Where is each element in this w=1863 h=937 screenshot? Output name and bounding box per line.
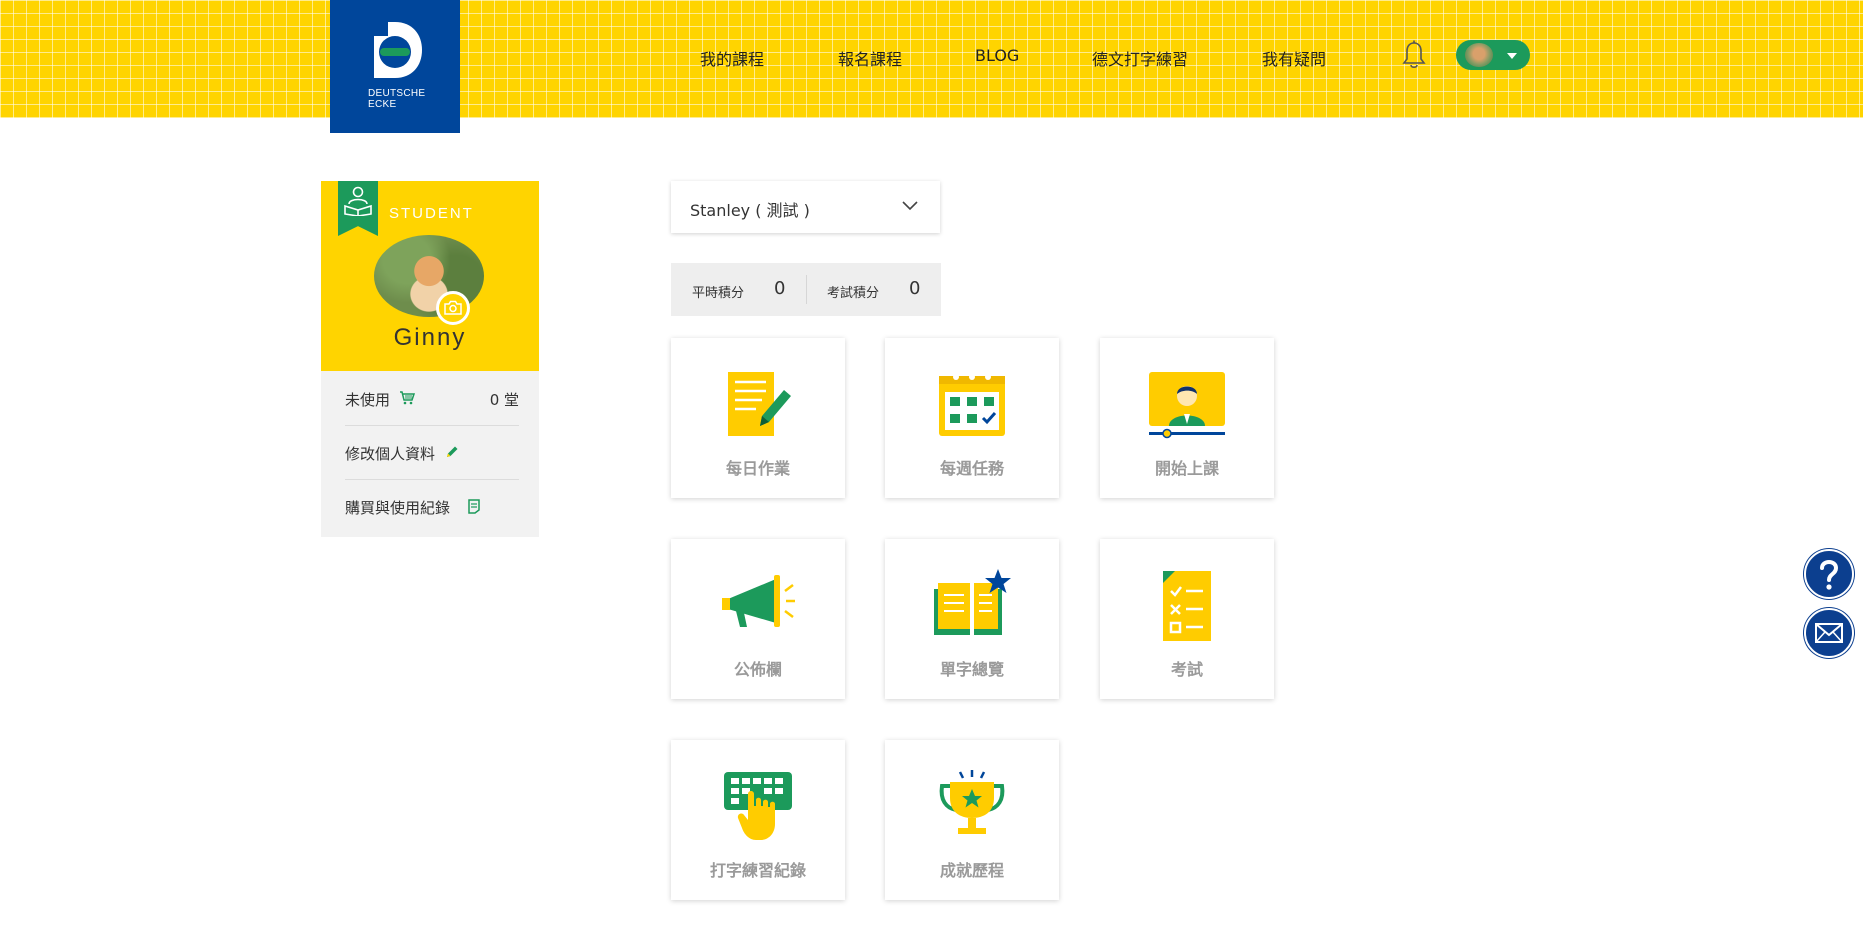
vocabulary-book-icon [934, 569, 1011, 635]
profile-header: STUDENT Ginny [321, 181, 539, 371]
question-icon [1820, 560, 1839, 590]
nav-faq[interactable]: 我有疑問 [1262, 46, 1326, 70]
nav-blog[interactable]: BLOG [975, 46, 1019, 65]
score-summary: 平時積分 0 考試積分 0 [671, 263, 941, 316]
tile-daily-homework[interactable]: 每日作業 [671, 338, 845, 498]
unused-lessons-row[interactable]: 未使用 0 堂 [345, 373, 519, 425]
tile-exam[interactable]: 考試 [1100, 539, 1274, 699]
tile-label: 每週任務 [939, 459, 1004, 478]
profile-name: Ginny [393, 324, 467, 351]
trophy-icon [939, 770, 1005, 834]
tile-typing-records[interactable]: 打字練習紀錄 [671, 740, 845, 900]
exam-score-value: 0 [909, 278, 921, 299]
chevron-down-icon [902, 201, 918, 211]
pencil-icon [445, 445, 459, 463]
contact-mail-button[interactable] [1804, 608, 1854, 658]
unused-lessons-value: 0 堂 [489, 391, 519, 409]
video-class-icon [1149, 372, 1225, 439]
student-ribbon [338, 181, 378, 236]
student-badge-label: STUDENT [389, 205, 474, 222]
megaphone-icon [722, 575, 795, 627]
regular-score-value: 0 [774, 278, 786, 299]
nav-german-typing[interactable]: 德文打字練習 [1092, 46, 1188, 70]
logo-mark-icon [374, 22, 422, 78]
change-photo-button[interactable] [436, 291, 470, 325]
student-select-value: Stanley ( 測試 ) [690, 201, 810, 220]
user-menu-button[interactable] [1456, 40, 1530, 70]
tile-vocabulary[interactable]: 單字總覽 [885, 539, 1059, 699]
tile-label: 成就歷程 [939, 861, 1004, 880]
logo-text: DEUTSCHE ECKE [368, 88, 425, 110]
keyboard-icon [724, 772, 792, 840]
top-header: 我的課程 報名課程 BLOG 德文打字練習 我有疑問 [0, 0, 1863, 118]
nav-my-courses[interactable]: 我的課程 [700, 46, 764, 70]
edit-profile-label: 修改個人資料 [345, 445, 436, 463]
menu-divider [345, 479, 519, 480]
tile-bulletin-board[interactable]: 公佈欄 [671, 539, 845, 699]
bell-icon[interactable] [1402, 40, 1426, 74]
receipt-icon [468, 499, 480, 518]
homework-icon [728, 372, 791, 436]
site-logo[interactable]: DEUTSCHE ECKE [330, 0, 460, 133]
score-divider [806, 275, 807, 304]
regular-score-label: 平時積分 [692, 286, 745, 301]
edit-profile-link[interactable]: 修改個人資料 [345, 427, 519, 479]
purchase-history-label: 購買與使用紀錄 [345, 499, 451, 517]
tile-start-class[interactable]: 開始上課 [1100, 338, 1274, 498]
logo-text-line1: DEUTSCHE [368, 88, 426, 99]
tile-label: 每日作業 [725, 459, 790, 478]
exam-checklist-icon [1163, 571, 1211, 641]
tile-label: 考試 [1170, 660, 1203, 679]
camera-icon [444, 300, 462, 315]
tile-label: 單字總覽 [939, 660, 1004, 679]
student-select-dropdown[interactable]: Stanley ( 測試 ) [671, 181, 940, 233]
mail-icon [1815, 623, 1843, 643]
caret-down-icon [1507, 53, 1517, 59]
tile-label: 打字練習紀錄 [709, 861, 806, 880]
help-button[interactable] [1804, 549, 1854, 599]
purchase-history-link[interactable]: 購買與使用紀錄 [345, 481, 519, 533]
user-avatar [1465, 43, 1493, 67]
tile-label: 公佈欄 [733, 660, 782, 679]
exam-score-label: 考試積分 [827, 286, 880, 301]
tile-weekly-tasks[interactable]: 每週任務 [885, 338, 1059, 498]
unused-lessons-label: 未使用 [345, 391, 391, 409]
nav-enroll-courses[interactable]: 報名課程 [838, 46, 902, 70]
profile-card: STUDENT Ginny 未使用 0 堂 修改個人資料 購買與使用紀錄 [321, 181, 539, 537]
calendar-icon [939, 374, 1005, 436]
menu-divider [345, 425, 519, 426]
tile-label: 開始上課 [1154, 459, 1219, 478]
tile-achievements[interactable]: 成就歷程 [885, 740, 1059, 900]
student-reading-icon [344, 186, 372, 216]
logo-text-line2: ECKE [368, 99, 397, 110]
cart-icon [399, 391, 416, 409]
